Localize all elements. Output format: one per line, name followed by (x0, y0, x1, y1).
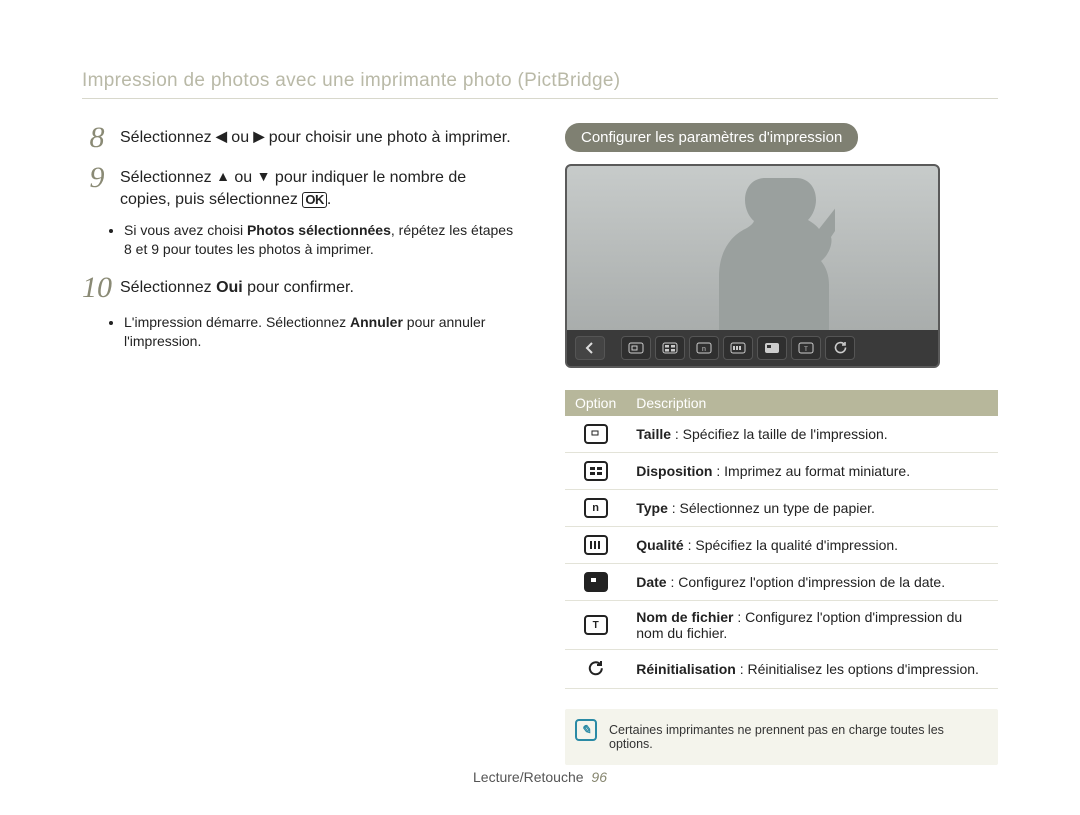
quality-icon[interactable] (723, 336, 753, 360)
row-icon-cell: n (565, 490, 626, 527)
back-icon[interactable] (575, 336, 605, 360)
table-row: T Nom de fichier : Configurez l'option d… (565, 601, 998, 650)
row-icon-cell (565, 564, 626, 601)
options-table: Option Description Taille : Spécifiez la… (565, 390, 998, 689)
note-box: ✎ Certaines imprimantes ne prennent pas … (565, 709, 998, 765)
step-number: 8 (82, 123, 112, 153)
type-icon[interactable]: n (689, 336, 719, 360)
layout-icon[interactable] (655, 336, 685, 360)
screen-toolbar: n T (567, 330, 938, 366)
substep-item: Si vous avez choisi Photos sélectionnées… (124, 221, 515, 259)
row-desc: Qualité : Spécifiez la qualité d'impress… (626, 527, 998, 564)
text: L'impression démarre. Sélectionnez (124, 314, 350, 330)
row-desc: Taille : Spécifiez la taille de l'impres… (626, 416, 998, 453)
col-option: Option (565, 390, 626, 416)
row-icon-cell: T (565, 601, 626, 650)
info-icon: ✎ (575, 719, 597, 741)
label: Date (636, 574, 666, 590)
quality-icon (584, 535, 608, 555)
text: pour choisir une photo à imprimer. (264, 129, 510, 146)
row-desc: Réinitialisation : Réinitialisez les opt… (626, 650, 998, 689)
reset-icon[interactable] (825, 336, 855, 360)
text: Sélectionnez (120, 169, 216, 186)
note-text: Certaines imprimantes ne prennent pas en… (609, 723, 944, 751)
text: Sélectionnez (120, 279, 216, 296)
label: Type (636, 500, 668, 516)
text: ou (227, 129, 254, 146)
row-icon-cell (565, 650, 626, 689)
size-icon (584, 424, 608, 444)
type-icon: n (584, 498, 608, 518)
row-icon-cell (565, 453, 626, 490)
footer-section: Lecture/Retouche (473, 769, 584, 785)
down-arrow-icon: ▼ (257, 167, 271, 186)
date-icon (584, 572, 608, 592)
table-row: Réinitialisation : Réinitialisez les opt… (565, 650, 998, 689)
filename-icon: T (584, 615, 608, 635)
step-8: 8 Sélectionnez ◀ ou ▶ pour choisir une p… (82, 123, 515, 153)
photo-preview (567, 166, 938, 330)
text-bold: Photos sélectionnées (247, 222, 391, 238)
desc: : Configurez l'option d'impression de la… (667, 574, 946, 590)
svg-text:n: n (702, 346, 706, 353)
row-desc: Nom de fichier : Configurez l'option d'i… (626, 601, 998, 650)
camera-screen: n T (565, 164, 940, 368)
filename-icon[interactable]: T (791, 336, 821, 360)
layout-icon (584, 461, 608, 481)
step-10-sub: L'impression démarre. Sélectionnez Annul… (124, 313, 515, 351)
text: ou (230, 169, 257, 186)
row-icon-cell (565, 416, 626, 453)
step-text: Sélectionnez ◀ ou ▶ pour choisir une pho… (120, 123, 511, 153)
page-title: Impression de photos avec une imprimante… (82, 70, 998, 99)
label: Taille (636, 426, 671, 442)
desc: : Imprimez au format miniature. (712, 463, 910, 479)
row-desc: Type : Sélectionnez un type de papier. (626, 490, 998, 527)
step-text: Sélectionnez ▲ ou ▼ pour indiquer le nom… (120, 163, 515, 211)
page-number: 96 (591, 769, 607, 785)
step-text: Sélectionnez Oui pour confirmer. (120, 273, 354, 303)
substep-item: L'impression démarre. Sélectionnez Annul… (124, 313, 515, 351)
steps-column: 8 Sélectionnez ◀ ou ▶ pour choisir une p… (82, 123, 515, 765)
label: Nom de fichier (636, 609, 733, 625)
table-row: Disposition : Imprimez au format miniatu… (565, 453, 998, 490)
table-row: Qualité : Spécifiez la qualité d'impress… (565, 527, 998, 564)
label: Qualité (636, 537, 683, 553)
ok-icon: OK (302, 192, 327, 208)
step-number: 10 (82, 273, 112, 303)
config-column: Configurer les paramètres d'impression n… (565, 123, 998, 765)
table-row: n Type : Sélectionnez un type de papier. (565, 490, 998, 527)
svg-text:T: T (804, 347, 808, 353)
step-number: 9 (82, 163, 112, 211)
row-icon-cell (565, 527, 626, 564)
table-row: Taille : Spécifiez la taille de l'impres… (565, 416, 998, 453)
text: Si vous avez choisi (124, 222, 247, 238)
right-arrow-icon: ▶ (254, 127, 265, 146)
row-desc: Disposition : Imprimez au format miniatu… (626, 453, 998, 490)
label: Disposition (636, 463, 712, 479)
desc: : Spécifiez la taille de l'impression. (671, 426, 888, 442)
text: pour confirmer. (243, 279, 354, 296)
up-arrow-icon: ▲ (216, 167, 230, 186)
step-9-sub: Si vous avez choisi Photos sélectionnées… (124, 221, 515, 259)
table-row: Date : Configurez l'option d'impression … (565, 564, 998, 601)
desc: : Réinitialisez les options d'impression… (736, 661, 979, 677)
row-desc: Date : Configurez l'option d'impression … (626, 564, 998, 601)
silhouette-image (695, 166, 835, 330)
text: Sélectionnez (120, 129, 216, 146)
text-bold: Annuler (350, 314, 403, 330)
desc: : Spécifiez la qualité d'impression. (684, 537, 898, 553)
desc: : Sélectionnez un type de papier. (668, 500, 875, 516)
step-10: 10 Sélectionnez Oui pour confirmer. (82, 273, 515, 303)
date-icon[interactable] (757, 336, 787, 360)
reset-icon (584, 658, 608, 678)
left-arrow-icon: ◀ (216, 127, 227, 146)
step-9: 9 Sélectionnez ▲ ou ▼ pour indiquer le n… (82, 163, 515, 211)
text: . (327, 191, 331, 208)
label: Réinitialisation (636, 661, 736, 677)
section-heading: Configurer les paramètres d'impression (565, 123, 858, 152)
size-icon[interactable] (621, 336, 651, 360)
page-footer: Lecture/Retouche 96 (0, 769, 1080, 785)
text-bold: Oui (216, 279, 243, 296)
col-description: Description (626, 390, 998, 416)
